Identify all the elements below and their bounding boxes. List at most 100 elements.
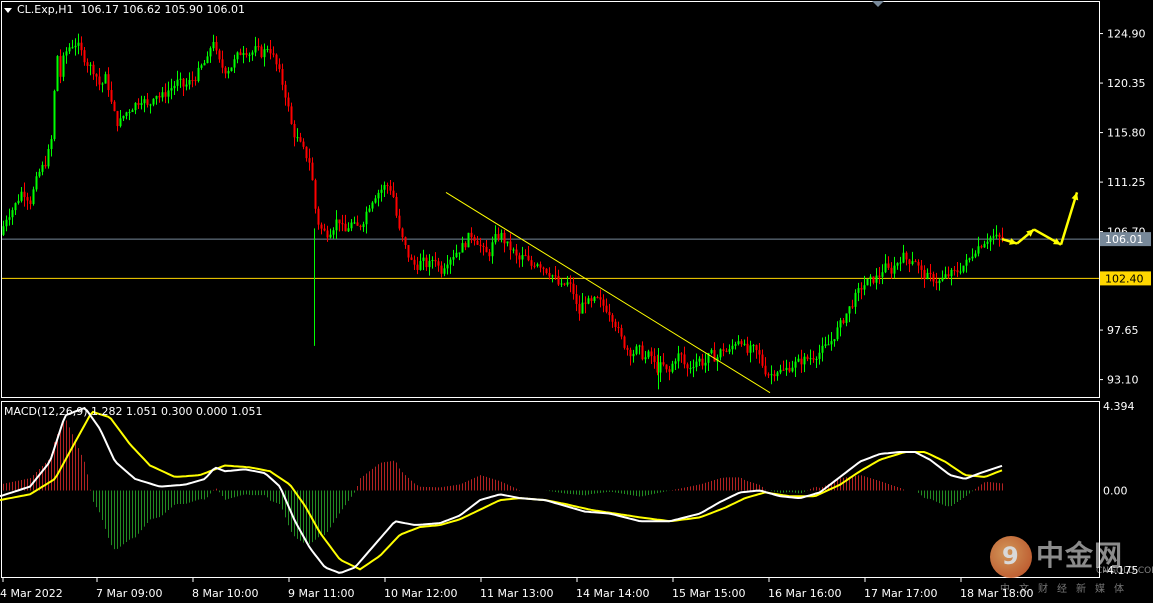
- candle-body: [917, 261, 920, 266]
- candle-body: [146, 99, 149, 105]
- candle-body: [746, 343, 749, 353]
- candle-body: [776, 372, 779, 377]
- candle-body: [299, 137, 302, 142]
- candle-body: [806, 356, 809, 359]
- candle-body: [866, 279, 869, 286]
- candle-body: [881, 272, 884, 277]
- candle-body: [659, 362, 662, 373]
- candle-body: [755, 345, 758, 351]
- candle-body: [950, 269, 953, 277]
- candle-body: [323, 228, 326, 231]
- candle-body: [413, 259, 416, 265]
- price-plot-area: [2, 33, 1099, 394]
- candle-body: [641, 345, 644, 360]
- current-price-tag-text: 106.01: [1105, 233, 1144, 246]
- menu-triangle-icon[interactable]: [4, 7, 12, 13]
- candle-body: [728, 349, 731, 352]
- candle-body: [167, 90, 170, 97]
- candle-body: [485, 246, 488, 253]
- candle-body: [959, 271, 962, 273]
- candle-body: [230, 67, 233, 72]
- candle-body: [554, 275, 557, 277]
- candle-body: [518, 255, 521, 260]
- candle-body: [209, 48, 212, 57]
- candle-body: [425, 257, 428, 268]
- candle-body: [20, 191, 23, 201]
- candle-body: [527, 255, 530, 261]
- candle-body: [35, 176, 38, 190]
- macd-tick-label: 0.00: [1103, 484, 1128, 497]
- candle-body: [116, 111, 119, 127]
- candle-body: [869, 276, 872, 280]
- candle-body: [722, 349, 725, 351]
- candle-body: [383, 185, 386, 190]
- candle-body: [113, 101, 116, 112]
- level-price-tag-text: 102.40: [1105, 272, 1144, 285]
- candle-body: [509, 241, 512, 250]
- candle-body: [563, 283, 566, 285]
- candle-body: [122, 115, 125, 119]
- candle-body: [593, 297, 596, 301]
- candle-body: [377, 192, 380, 199]
- candle-body: [452, 257, 455, 260]
- candle-body: [401, 228, 404, 238]
- time-tick-label: 15 Mar 15:00: [672, 587, 745, 600]
- candle-body: [47, 149, 50, 167]
- candle-body: [902, 252, 905, 263]
- candle-body: [287, 97, 290, 107]
- candle-body: [491, 242, 494, 257]
- candle-body: [62, 55, 65, 77]
- candle-body: [758, 350, 761, 355]
- candle-body: [275, 54, 278, 65]
- chart-header: CL.Exp,H1 106.17 106.62 105.90 106.01: [4, 3, 245, 16]
- candle-body: [416, 264, 419, 270]
- candle-body: [461, 243, 464, 253]
- candle-body: [794, 361, 797, 368]
- candle-body: [779, 369, 782, 373]
- candle-body: [101, 83, 104, 85]
- candle-body: [179, 78, 182, 80]
- time-tick-label: 14 Mar 14:00: [576, 587, 649, 600]
- candle-body: [362, 224, 365, 228]
- candle-body: [269, 49, 272, 54]
- candle-body: [938, 280, 941, 284]
- candle-body: [800, 358, 803, 365]
- candle-body: [110, 90, 113, 102]
- candle-body: [548, 273, 551, 277]
- candle-body: [350, 222, 353, 229]
- candle-body: [206, 56, 209, 64]
- candle-body: [773, 374, 776, 377]
- scroll-marker-icon[interactable]: [872, 1, 884, 7]
- candle-body: [872, 276, 875, 283]
- candle-body: [458, 252, 461, 254]
- candle-body: [725, 350, 728, 352]
- candle-body: [311, 162, 314, 181]
- candle-body: [245, 53, 248, 55]
- candle-body: [11, 210, 14, 218]
- candle-body: [926, 272, 929, 280]
- candle-body: [989, 237, 992, 242]
- candle-body: [410, 257, 413, 260]
- candle-body: [542, 267, 545, 269]
- logo-tagline: 中文财经新媒体: [1000, 584, 1133, 595]
- candle-body: [17, 200, 20, 204]
- candle-body: [935, 281, 938, 284]
- candle-body: [539, 264, 542, 268]
- candle-body: [290, 106, 293, 124]
- candle-body: [923, 269, 926, 280]
- candle-body: [635, 346, 638, 354]
- candle-body: [227, 71, 230, 74]
- candle-body: [986, 241, 989, 244]
- candle-body: [740, 341, 743, 345]
- time-tick-label: 9 Mar 11:00: [288, 587, 354, 600]
- candle-body: [356, 222, 359, 226]
- candle-body: [152, 98, 155, 105]
- candle-body: [947, 274, 950, 277]
- axes: 124.90120.35115.80111.25106.7097.6593.10…: [0, 28, 1151, 600]
- candle-body: [176, 79, 179, 86]
- candle-body: [155, 95, 158, 99]
- candle-body: [599, 297, 602, 300]
- candle-body: [953, 269, 956, 271]
- candle-body: [689, 368, 692, 370]
- candle-body: [107, 74, 110, 91]
